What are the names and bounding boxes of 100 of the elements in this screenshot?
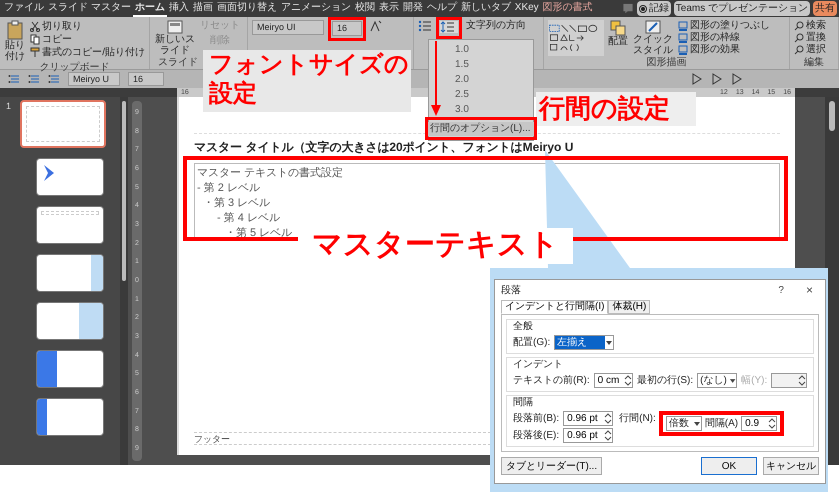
search-icon [794, 21, 804, 31]
slide-thumbnail[interactable] [36, 254, 104, 292]
slide-thumbnail[interactable] [36, 158, 104, 196]
menu-tab[interactable]: 表示 [376, 0, 401, 16]
teams-present-button[interactable]: Teams でプレゼンテーション [674, 1, 810, 16]
menu-item[interactable]: 行間のオプション(L)... [428, 122, 534, 136]
menu-tab[interactable]: ファイル [2, 0, 46, 16]
menu-tab[interactable]: 描画 [190, 0, 215, 16]
share-button[interactable]: 共有 [813, 1, 837, 16]
body-text: マスター テキストの書式設定 [196, 166, 344, 181]
menu-tab[interactable]: 挿入 [166, 0, 191, 16]
new-slide-button[interactable]: 新しいスライド [154, 20, 196, 56]
dropdown-field[interactable]: 倍数 [666, 416, 702, 431]
field-label: 幅(Y): [741, 374, 768, 388]
slide-thumbnail[interactable] [36, 398, 104, 436]
menu-item[interactable]: 2.0 [429, 72, 533, 87]
shape-format-item[interactable]: 図形の塗りつぶし [678, 20, 770, 32]
slide-thumbnail[interactable] [36, 206, 104, 244]
menu-item[interactable]: 2.5 [429, 87, 533, 102]
scrollbar-thumb[interactable] [122, 101, 126, 281]
caret-icon [605, 338, 614, 346]
font-size-field[interactable]: 16 [128, 72, 164, 86]
group-label: 図形描画 [646, 57, 688, 69]
quick-styles-button[interactable]: クイックスタイル [632, 20, 674, 56]
dropdown-field[interactable]: 左揃え [554, 335, 614, 350]
paintbrush-icon [30, 47, 40, 58]
clipboard-item[interactable]: 書式のコピー/貼り付け [30, 46, 145, 59]
shape-format-item[interactable]: 図形の枠線 [678, 32, 770, 44]
font-name-field[interactable]: Meiryo U [68, 72, 120, 86]
spin-field[interactable]: 0 cm [594, 373, 633, 388]
editing-item[interactable]: 選択 [794, 44, 826, 56]
play-icon[interactable] [691, 73, 703, 85]
menu-item[interactable]: 1.5 [429, 57, 533, 72]
slide-thumbnail[interactable] [20, 100, 106, 148]
tabs-button[interactable]: タブとリーダー(T)... [501, 457, 602, 475]
close-button[interactable]: × [806, 281, 813, 299]
menu-tab[interactable]: スライド マスター [46, 0, 133, 16]
font-size-field[interactable]: 16 [332, 21, 362, 36]
text-direction-button[interactable]: 文字列の方向 [466, 20, 526, 32]
spinner-icon [798, 374, 806, 387]
annotation-label: マスターテキスト [298, 228, 573, 264]
annotation-label: 行間の設定 [536, 92, 696, 126]
editing-item[interactable]: 検索 [794, 20, 826, 32]
style-icon [645, 20, 661, 34]
menu-tab[interactable]: 画面切り替え [214, 0, 279, 16]
field-label: 最初の行(S): [637, 374, 694, 388]
dialog-tab[interactable]: 体裁(H) [608, 300, 650, 314]
clipboard-item[interactable]: 切り取り [30, 20, 145, 33]
line-spacing-icon[interactable] [440, 21, 458, 33]
menu-tab[interactable]: 校閲 [352, 0, 377, 16]
spinner-icon [624, 374, 632, 387]
group-label: クリップボード [38, 62, 110, 74]
annotation-label: フォントサイズの設定 [203, 50, 411, 112]
menu-tab[interactable]: 図形の書式 [540, 0, 595, 16]
field-label: 段落前(B): [513, 412, 560, 426]
font-name-field[interactable]: Meiryo UI [252, 20, 324, 35]
field-label: 間隔(A) [704, 417, 738, 431]
spin-field[interactable]: 0.9 [741, 416, 778, 431]
bullet-list-icon[interactable] [418, 20, 432, 32]
group-title: インデント [513, 358, 564, 371]
shape-format-item[interactable]: 図形の効果 [678, 44, 770, 56]
slide-icon [167, 20, 183, 34]
arrange-button[interactable]: 配置 [608, 20, 628, 57]
list-icon[interactable] [8, 73, 20, 85]
slide-number: 1 [6, 100, 12, 113]
search-icon [794, 45, 804, 55]
dialog-tab[interactable]: インデントと行間隔(I) [501, 300, 608, 314]
help-button[interactable]: ? [778, 282, 784, 298]
slide-thumbnail[interactable] [36, 350, 104, 388]
group-title: 全般 [513, 320, 534, 333]
menu-tab[interactable]: XKey [512, 0, 541, 16]
paste-button[interactable]: 貼り付け [4, 20, 26, 62]
spin-field[interactable]: 0.96 pt [563, 428, 614, 443]
record-icon [638, 4, 647, 12]
record-button[interactable]: 記録 [636, 1, 671, 16]
spin-field[interactable]: 0.96 pt [563, 411, 614, 426]
scrollbar-thumb[interactable] [829, 101, 835, 131]
comment-icon[interactable] [622, 3, 634, 14]
clipboard-item[interactable]: コピー [30, 33, 145, 46]
shape-gallery[interactable] [548, 20, 604, 56]
slide-thumbnail[interactable] [36, 302, 104, 340]
ok-button[interactable]: OK [701, 457, 757, 475]
field-label: 行間(N): [619, 412, 656, 426]
menu-tab[interactable]: アニメーション [278, 0, 353, 16]
scissors-icon [30, 21, 40, 32]
menu-tab[interactable]: 新しいタブ [458, 0, 513, 16]
editing-item[interactable]: 置換 [794, 32, 826, 44]
menu-item[interactable]: 1.0 [429, 42, 533, 57]
body-text: ・第 3 レベル [202, 196, 272, 211]
slide-title: マスター タイトル（文字の大きさは20ポイント、フォントはMeiryo U [194, 133, 780, 157]
dropdown-field[interactable]: (なし) [697, 373, 738, 388]
spinner-icon [768, 417, 776, 430]
menu-tab[interactable]: 開発 [400, 0, 425, 16]
spinner-icon [604, 412, 612, 425]
group-label: 編集 [803, 57, 825, 69]
menu-tab[interactable]: ヘルプ [424, 0, 459, 16]
group-title: 間隔 [513, 396, 534, 409]
cancel-button[interactable]: キャンセル [763, 457, 819, 475]
menu-item[interactable]: 3.0 [429, 102, 533, 117]
list-icon[interactable] [28, 73, 40, 85]
